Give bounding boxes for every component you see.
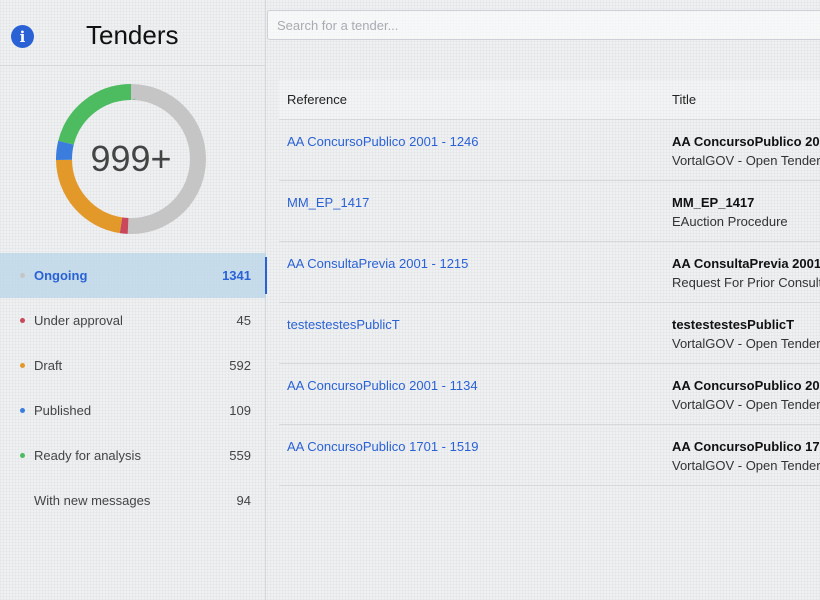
tender-title: MM_EP_1417 xyxy=(672,195,755,210)
status-item-count: 109 xyxy=(229,403,251,418)
title-cell: testestestesPublicT VortalGOV - Open Tend… xyxy=(672,317,820,351)
status-item-label: Under approval xyxy=(34,313,123,328)
tender-procedure-type: VortalGOV - Open Tender xyxy=(672,153,820,168)
search-input[interactable] xyxy=(267,10,820,40)
tender-title: testestestesPublicT xyxy=(672,317,795,332)
sidebar: i Tenders 999+ Ongoing 1341 Under approval… xyxy=(0,0,267,600)
tender-title: AA ConcursoPublico 2001 - 1246 xyxy=(672,134,820,149)
status-item-label: With new messages xyxy=(34,493,151,508)
table-row[interactable]: MM_EP_1417 MM_EP_1417 EAuction Procedure xyxy=(279,181,820,242)
reference-cell: AA ConcursoPublico 2001 - 1246 xyxy=(279,134,672,149)
tender-reference-link[interactable]: testestestesPublicT xyxy=(287,317,400,332)
title-cell: AA ConcursoPublico 2001 - 1134 VortalGOV … xyxy=(672,378,820,412)
tender-title: AA ConcursoPublico 1701 - 1519 xyxy=(672,439,820,454)
title-cell: AA ConsultaPrevia 2001 - 1215 Request For… xyxy=(672,256,820,290)
info-icon[interactable]: i xyxy=(11,25,34,48)
status-list: Ongoing 1341 Under approval 45 Draft 592 Publi… xyxy=(0,253,267,523)
title-cell: AA ConcursoPublico 2001 - 1246 VortalGOV … xyxy=(672,134,820,168)
page-title: Tenders xyxy=(86,20,179,50)
status-item-ongoing[interactable]: Ongoing 1341 xyxy=(0,253,267,298)
title-cell: MM_EP_1417 EAuction Procedure xyxy=(672,195,820,229)
reference-cell: AA ConcursoPublico 2001 - 1134 xyxy=(279,378,672,393)
reference-cell: AA ConcursoPublico 1701 - 1519 xyxy=(279,439,672,454)
tender-reference-link[interactable]: AA ConsultaPrevia 2001 - 1215 xyxy=(287,256,468,271)
status-item-label: Ongoing xyxy=(34,268,88,283)
status-item-count: 94 xyxy=(236,493,251,508)
tender-reference-link[interactable]: AA ConcursoPublico 1701 - 1519 xyxy=(287,439,479,454)
reference-cell: testestestesPublicT xyxy=(279,317,672,332)
tender-title: AA ConcursoPublico 2001 - 1134 xyxy=(672,378,820,393)
status-item-label: Published xyxy=(34,403,92,418)
status-dot-icon xyxy=(20,318,25,323)
reference-cell: MM_EP_1417 xyxy=(279,195,672,210)
status-item-count: 559 xyxy=(229,448,251,463)
tenders-table: Reference Title AA ConcursoPublico 2001 … xyxy=(279,80,820,486)
table-body: AA ConcursoPublico 2001 - 1246 AA Concurs… xyxy=(279,120,820,486)
status-item-ready-for-analysis[interactable]: Ready for analysis 559 xyxy=(0,433,266,478)
tender-procedure-type: Request For Prior Consultation xyxy=(672,275,820,290)
status-dot-icon xyxy=(20,363,25,368)
tender-procedure-type: VortalGOV - Open Tender xyxy=(672,336,820,351)
donut-total-label: 999+ xyxy=(90,138,172,179)
table-row[interactable]: AA ConcursoPublico 1701 - 1519 AA Concurs… xyxy=(279,425,820,486)
tender-reference-link[interactable]: AA ConcursoPublico 2001 - 1134 xyxy=(287,378,478,393)
tender-title: AA ConsultaPrevia 2001 - 1215 xyxy=(672,256,820,271)
status-item-count: 1341 xyxy=(222,268,251,283)
status-item-with-new-messages[interactable]: With new messages 94 xyxy=(0,478,266,523)
table-row[interactable]: AA ConcursoPublico 2001 - 1134 AA Concurs… xyxy=(279,364,820,425)
column-header-title[interactable]: Title xyxy=(672,92,820,107)
status-item-draft[interactable]: Draft 592 xyxy=(0,343,266,388)
status-item-label: Ready for analysis xyxy=(34,448,141,463)
tender-procedure-type: EAuction Procedure xyxy=(672,214,788,229)
status-item-count: 592 xyxy=(229,358,251,373)
sidebar-header: i Tenders xyxy=(0,0,265,66)
table-row[interactable]: AA ConcursoPublico 2001 - 1246 AA Concurs… xyxy=(279,120,820,181)
column-header-reference[interactable]: Reference xyxy=(279,92,672,107)
status-dot-icon xyxy=(20,408,25,413)
tender-procedure-type: VortalGOV - Open Tender xyxy=(672,397,820,412)
status-donut-chart: 999+ xyxy=(54,82,208,236)
tender-reference-link[interactable]: MM_EP_1417 xyxy=(287,195,369,210)
title-cell: AA ConcursoPublico 1701 - 1519 VortalGOV … xyxy=(672,439,820,473)
tender-procedure-type: VortalGOV - Open Tender xyxy=(672,458,820,473)
main-content: Reference Title AA ConcursoPublico 2001 … xyxy=(267,0,820,600)
table-row[interactable]: AA ConsultaPrevia 2001 - 1215 AA Consulta… xyxy=(279,242,820,303)
tender-reference-link[interactable]: AA ConcursoPublico 2001 - 1246 xyxy=(287,134,479,149)
status-dot-icon xyxy=(20,453,25,458)
reference-cell: AA ConsultaPrevia 2001 - 1215 xyxy=(279,256,672,271)
status-item-count: 45 xyxy=(236,313,251,328)
status-item-under-approval[interactable]: Under approval 45 xyxy=(0,298,266,343)
status-item-published[interactable]: Published 109 xyxy=(0,388,266,433)
status-dot-icon xyxy=(20,273,25,278)
table-row[interactable]: testestestesPublicT testestestesPublicT Vo… xyxy=(279,303,820,364)
status-item-label: Draft xyxy=(34,358,63,373)
table-header: Reference Title xyxy=(279,80,820,120)
